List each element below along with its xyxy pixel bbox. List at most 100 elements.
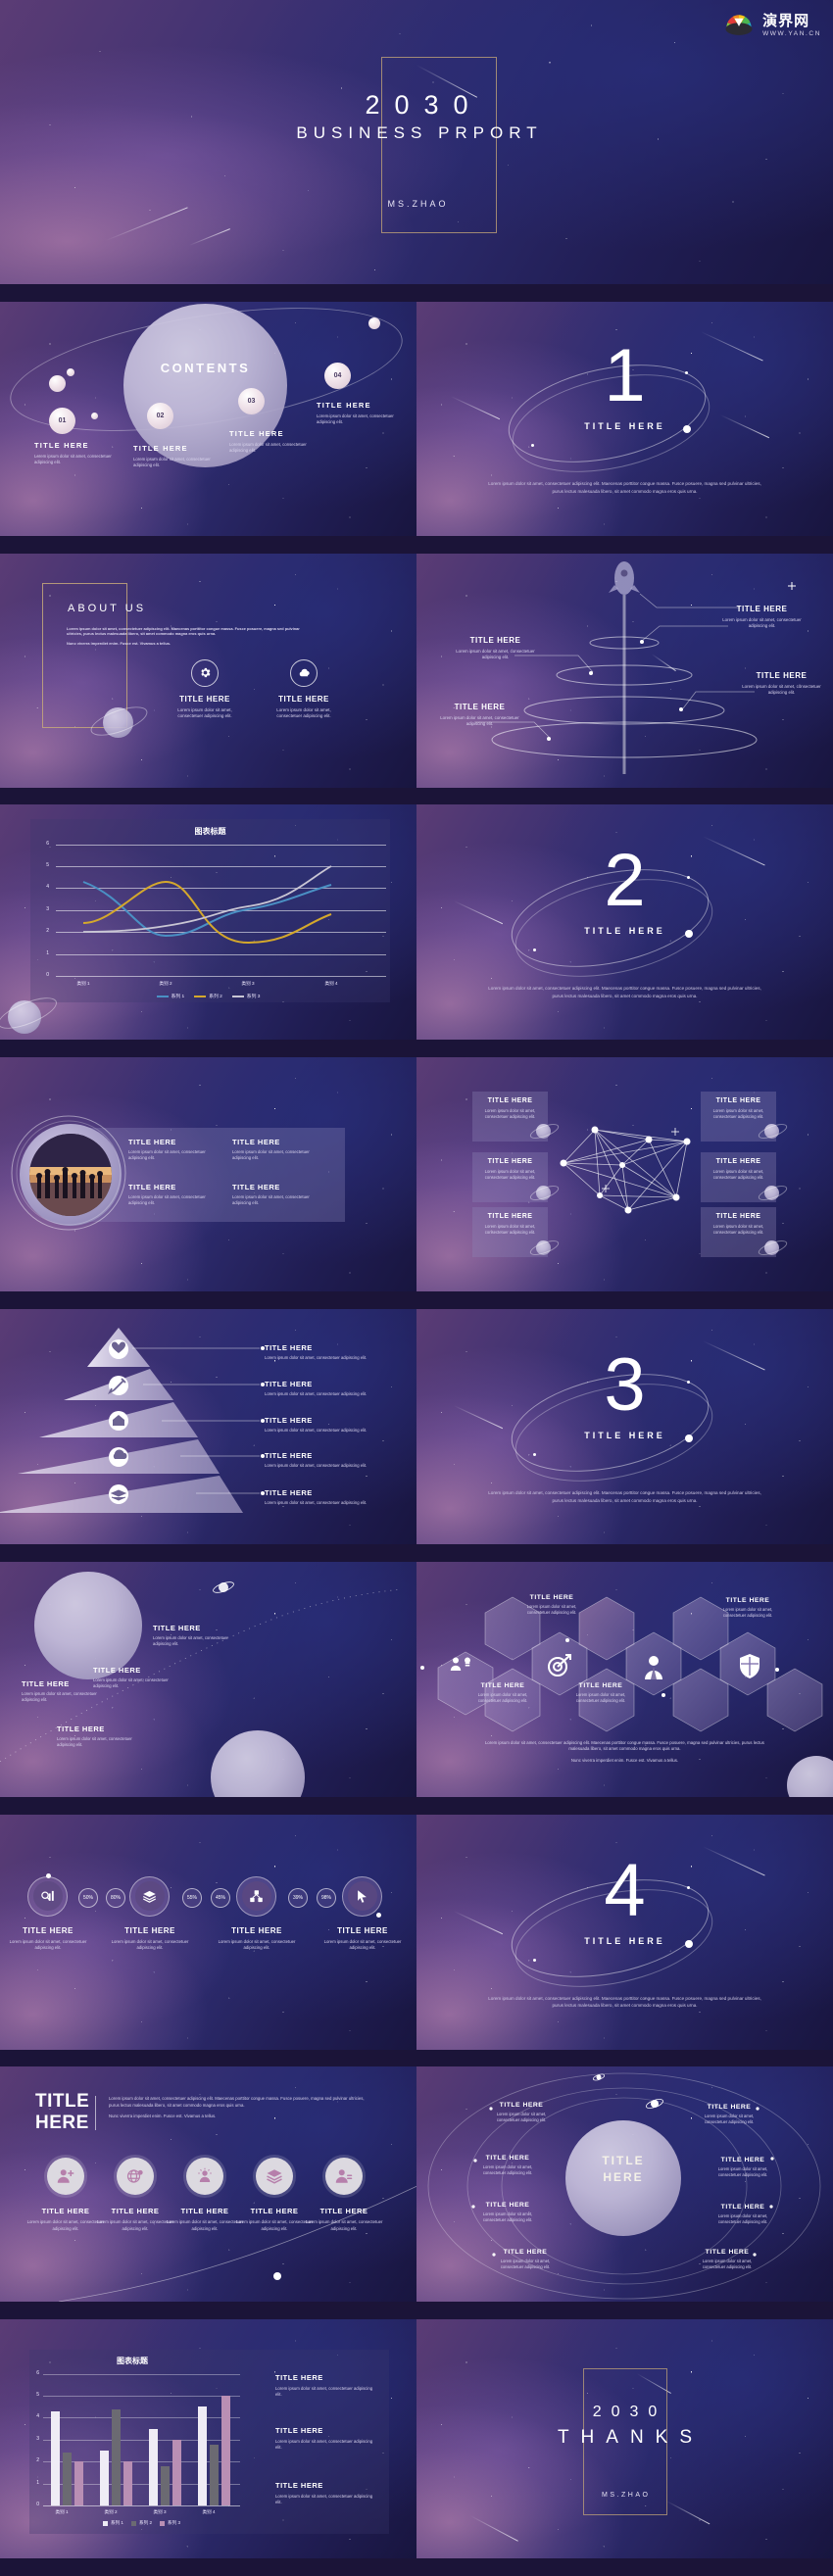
- hex-card-3: TITLE HERE Lorem ipsum dolor sit amet, c…: [571, 1682, 630, 1704]
- pct-value: 80%: [110, 1894, 121, 1901]
- card-title: TITLE HERE: [487, 1158, 533, 1166]
- timeline-step-1[interactable]: [27, 1875, 68, 1917]
- divider-label: TITLE HERE: [584, 926, 665, 937]
- slide-timeline: 50% 80% 55% 45% 39% 98% TITLE HERE Lorem…: [0, 1814, 416, 2050]
- yanjie-logo-icon: [721, 8, 757, 43]
- pyramid-row-5: TITLE HERE Lorem ipsum dolor sit amet, c…: [265, 1488, 402, 1506]
- photo-card-1: TITLE HERE Lorem ipsum dolor sit amet, c…: [128, 1138, 219, 1161]
- contents-node-num: 03: [247, 397, 256, 405]
- pyramid-row-title: TITLE HERE: [265, 1487, 313, 1497]
- item-desc: Lorem ipsum dolor sit amet, consectetuer…: [153, 1634, 228, 1646]
- rocket-item-title: TITLE HERE: [756, 670, 808, 680]
- contents-item-1: TITLE HERE Lorem ipsum dolor sit amet, c…: [34, 441, 122, 465]
- pyramid-row-desc: Lorem ipsum dolor sit amet, consectetuer…: [265, 1354, 368, 1360]
- card-desc: Lorem ipsum dolor sit amet, consectetuer…: [477, 1691, 528, 1703]
- timeline-text-2: TITLE HERE Lorem ipsum dolor sit amet, c…: [106, 1926, 194, 1951]
- contents-node-3[interactable]: 03: [238, 387, 265, 414]
- timeline-pct-2: 80%: [106, 1887, 125, 1908]
- item-desc: Lorem ipsum dolor sit amet, consectetuer…: [482, 2211, 533, 2223]
- card-desc: Lorem ipsum dolor sit amet, consectetuer…: [484, 1108, 536, 1120]
- contents-node-num: 04: [333, 371, 342, 379]
- photo-decor-ring: [11, 1115, 126, 1231]
- timeline-text-3: TITLE HERE Lorem ipsum dolor sit amet, c…: [213, 1926, 301, 1951]
- slide-divider-4: 4 TITLE HERE Lorem ipsum dolor sit amet,…: [416, 1814, 833, 2050]
- contents-node-2[interactable]: 02: [147, 402, 173, 429]
- rocket-item-title: TITLE HERE: [736, 604, 788, 613]
- legend-item[interactable]: 系列 3: [231, 993, 260, 999]
- about-feature-icon-ring-2[interactable]: [290, 658, 318, 687]
- step-desc: Lorem ipsum dolor sit amet, consectetuer…: [323, 1938, 402, 1950]
- timeline-step-3[interactable]: [236, 1875, 276, 1917]
- card-title: TITLE HERE: [715, 1158, 761, 1166]
- orbit-item-6: TITLE HERE Lorem ipsum dolor sit amet, c…: [712, 2157, 773, 2178]
- bar-text-3: TITLE HERE Lorem ipsum dolor sit amet, c…: [275, 2481, 378, 2505]
- item-title: TITLE HERE: [485, 2202, 530, 2210]
- cloud-icon: [299, 668, 310, 676]
- item-title: TITLE HERE: [705, 2249, 750, 2257]
- divider-paragraph: Lorem ipsum dolor sit amet, consectetuer…: [488, 986, 761, 999]
- watermark-en: WWW.YAN.CN: [762, 29, 821, 37]
- line-chart-series: [82, 865, 332, 945]
- card-title: TITLE HERE: [715, 1213, 761, 1221]
- contents-item-title: TITLE HERE: [229, 428, 284, 438]
- pyramid-row-desc: Lorem ipsum dolor sit amet, consectetuer…: [265, 1499, 368, 1505]
- legend-item[interactable]: 系列 1: [156, 993, 184, 999]
- divider-paragraph: Lorem ipsum dolor sit amet, consectetuer…: [488, 1995, 761, 2009]
- heading-line-2: HERE: [35, 2113, 89, 2134]
- rocket-item-desc: Lorem ipsum dolor sit amet, consectetuer…: [722, 616, 802, 628]
- line-chart-xtick: 类别 1: [76, 981, 90, 987]
- text-title: TITLE HERE: [275, 2426, 323, 2436]
- planets-item-2: TITLE HERE Lorem ipsum dolor sit amet, c…: [93, 1666, 176, 1689]
- orbit-item-7: TITLE HERE Lorem ipsum dolor sit amet, c…: [712, 2204, 773, 2225]
- line-chart-legend: 系列 1 系列 2 系列 3: [0, 993, 416, 999]
- about-feature-icon-ring-1[interactable]: [191, 658, 219, 687]
- step-desc: Lorem ipsum dolor sit amet, consectetuer…: [111, 1938, 189, 1950]
- slide-divider-3: 3 TITLE HERE Lorem ipsum dolor sit amet,…: [416, 1308, 833, 1544]
- deco-moon-small: [91, 412, 98, 419]
- watermark: 演界网 WWW.YAN.CN: [721, 8, 821, 43]
- contents-node-num: 01: [58, 416, 67, 424]
- rocket-item-desc: Lorem ipsum dolor sit amet, consectetuer…: [440, 714, 519, 726]
- legend-label: 系列 1: [110, 2520, 123, 2526]
- timeline-step-2[interactable]: [129, 1875, 170, 1917]
- rocket-item-title: TITLE HERE: [469, 635, 521, 645]
- card-desc: Lorem ipsum dolor sit amet, consectetuer…: [484, 1169, 536, 1181]
- bar-chart-xtick: 类别 2: [104, 2509, 118, 2515]
- contents-item-4: TITLE HERE Lorem ipsum dolor sit amet, c…: [317, 401, 405, 425]
- contents-node-4[interactable]: 04: [324, 362, 351, 389]
- contents-item-title: TITLE HERE: [34, 440, 89, 450]
- pct-value: 55%: [186, 1894, 197, 1901]
- card-title: TITLE HERE: [128, 1183, 176, 1192]
- pyramid-row-title: TITLE HERE: [265, 1415, 313, 1425]
- timeline-step-4[interactable]: [342, 1875, 382, 1917]
- rocket-item-desc: Lorem ipsum dolor sit amet, consectetuer…: [456, 648, 535, 659]
- pyramid-row-2: TITLE HERE Lorem ipsum dolor sit amet, c…: [265, 1380, 402, 1397]
- rocket-item-3: TITLE HERE Lorem ipsum dolor sit amet, c…: [740, 671, 823, 697]
- planets-item-4: TITLE HERE Lorem ipsum dolor sit amet, c…: [57, 1725, 140, 1748]
- divider-label: TITLE HERE: [584, 1935, 665, 1946]
- photo-card-2: TITLE HERE Lorem ipsum dolor sit amet, c…: [232, 1138, 322, 1161]
- contents-item-desc: Lorem ipsum dolor sit amet, consectetuer…: [34, 453, 112, 465]
- card-desc: Lorem ipsum dolor sit amet, consectetuer…: [526, 1603, 577, 1615]
- bar-chart-title: 图表标题: [117, 2357, 148, 2366]
- legend-item[interactable]: 系列 3: [160, 2520, 180, 2526]
- legend-item[interactable]: 系列 1: [102, 2520, 123, 2526]
- divider-number: 4: [604, 1848, 646, 1932]
- hex-card-4: TITLE HERE Lorem ipsum dolor sit amet, c…: [718, 1597, 777, 1619]
- bar-chart-xtick: 类别 3: [153, 2509, 167, 2515]
- legend-item[interactable]: 系列 2: [194, 993, 222, 999]
- planets-item-3: TITLE HERE Lorem ipsum dolor sit amet, c…: [153, 1624, 236, 1647]
- card-title: TITLE HERE: [578, 1681, 623, 1689]
- contents-node-1[interactable]: 01: [49, 407, 75, 434]
- about-feature-title-1: TITLE HERE: [179, 694, 230, 704]
- deco-moon-small: [67, 367, 74, 376]
- slide-divider-2: 2 TITLE HERE Lorem ipsum dolor sit amet,…: [416, 804, 833, 1041]
- legend-item[interactable]: 系列 2: [130, 2520, 152, 2526]
- rocket-item-2: TITLE HERE Lorem ipsum dolor sit amet, c…: [454, 636, 537, 661]
- watermark-cn: 演界网: [762, 13, 810, 30]
- item-desc: Lorem ipsum dolor sit amet, consectetuer…: [717, 2213, 768, 2225]
- heading-line-1: TITLE: [35, 2091, 90, 2113]
- card-desc: Lorem ipsum dolor sit amet, consectetuer…: [575, 1691, 626, 1703]
- divider-label: TITLE HERE: [584, 420, 665, 431]
- card-title: TITLE HERE: [487, 1097, 533, 1105]
